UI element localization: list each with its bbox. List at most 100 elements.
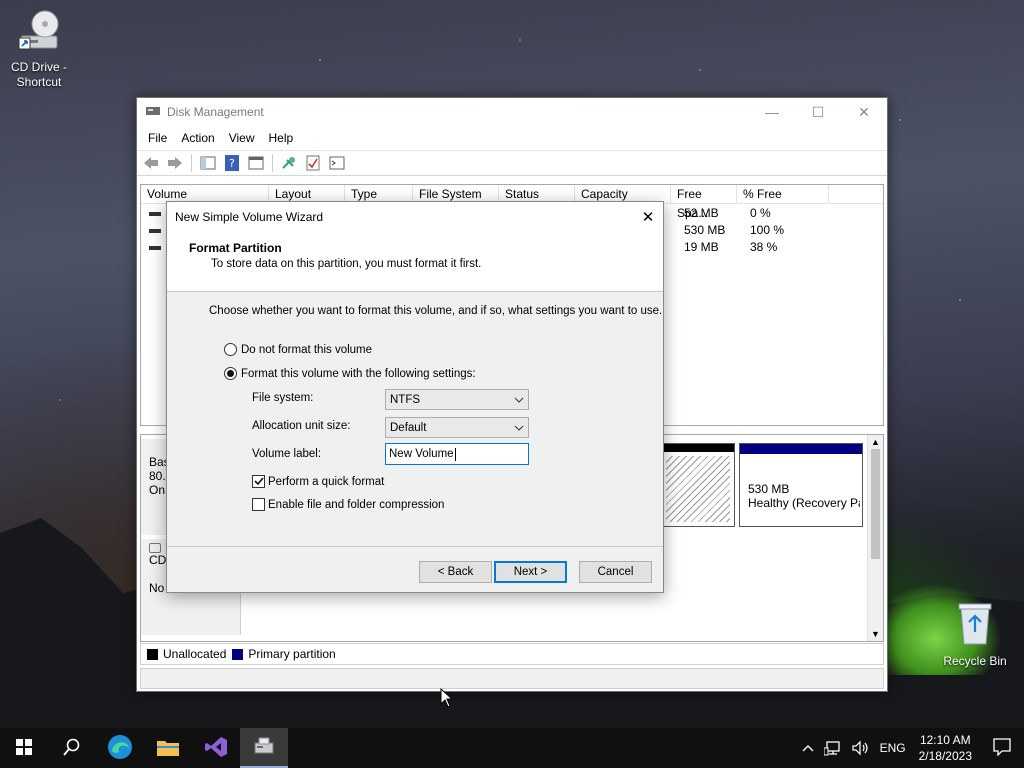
volume-label-value: New Volume [389,448,454,460]
cdrom-icon [149,543,161,553]
recycle-bin-icon [938,600,1012,650]
scroll-thumb[interactable] [871,449,880,559]
help-icon[interactable]: ? [222,153,242,173]
partition-unallocated[interactable] [661,443,735,527]
radio-circle[interactable] [224,343,237,356]
scroll-down-arrow-icon[interactable]: ▼ [868,627,883,641]
allocation-unit-dropdown[interactable]: Default [385,417,529,438]
menu-file[interactable]: File [141,131,174,145]
maximize-button[interactable]: ☐ [795,98,841,126]
language-indicator[interactable]: ENG [875,741,911,755]
forward-arrow-icon[interactable] [165,153,185,173]
file-system-dropdown[interactable]: NTFS [385,389,529,410]
graphical-view-scrollbar[interactable]: ▲ ▼ [867,435,883,641]
radio-circle-selected[interactable] [224,367,237,380]
network-icon[interactable] [819,740,847,756]
wizard-header: Format Partition To store data on this p… [167,231,663,292]
toolbar-separator [191,154,192,172]
disk-management-taskbar-icon [253,736,275,759]
back-button[interactable]: < Back [419,561,492,583]
radio-do-not-format[interactable]: Do not format this volume [224,343,372,356]
close-button[interactable]: ✕ [841,98,887,126]
file-system-label: File system: [252,392,314,404]
toolbar-separator [272,154,273,172]
volume-speaker-icon[interactable] [847,740,875,756]
back-arrow-icon[interactable] [141,153,161,173]
volume-icon [149,245,161,250]
menu-help[interactable]: Help [262,131,301,145]
legend-unallocated-swatch [147,648,158,660]
start-button[interactable] [0,728,48,768]
system-tray: ENG 12:10 AM 2/18/2023 [797,728,1024,768]
volume-label-input[interactable]: New Volume [385,443,529,465]
clock[interactable]: 12:10 AM 2/18/2023 [911,732,980,764]
search-button[interactable] [48,728,96,768]
checkbox-label: Perform a quick format [268,475,385,488]
checkbox-unchecked[interactable] [252,498,265,511]
compression-checkbox[interactable]: Enable file and folder compression [252,498,444,511]
console-icon[interactable] [327,153,347,173]
properties-icon[interactable] [246,153,266,173]
chevron-down-icon[interactable] [510,397,528,403]
table-row[interactable] [149,205,161,222]
wizard-title: New Simple Volume Wizard [175,209,324,224]
mouse-cursor-icon [440,687,454,711]
menu-action[interactable]: Action [174,131,221,145]
partition-size: 530 MB [748,482,790,496]
legend-unallocated: Unallocated [163,647,227,661]
search-icon [63,738,81,759]
volume-icon [149,211,161,216]
svg-text:?: ? [229,157,235,170]
new-simple-volume-wizard[interactable]: New Simple Volume Wizard ✕ Format Partit… [166,201,664,593]
desktop-icon-label: CD Drive - Shortcut [11,60,67,89]
partition-status: Healthy (Recovery Pa [748,496,860,510]
toolbar: ? [137,150,887,176]
volume-icon [149,228,161,233]
wizard-heading: Format Partition [189,241,282,255]
checkbox-checked[interactable] [252,475,265,488]
window-titlebar[interactable]: Disk Management — ☐ ✕ [137,98,887,126]
minimize-button[interactable]: — [749,98,795,126]
show-hide-tree-icon[interactable] [198,153,218,173]
visual-studio-icon [204,735,228,762]
taskbar-visual-studio[interactable] [192,728,240,768]
free-space-cell: 530 MB [684,223,726,237]
wizard-titlebar[interactable]: New Simple Volume Wizard ✕ [167,202,663,231]
file-system-value: NTFS [390,393,421,406]
desktop-icon-cd-drive[interactable]: CD Drive - Shortcut [2,10,76,90]
desktop-icon-label: Recycle Bin [943,654,1007,668]
column-free-space[interactable]: Free Spa... [671,185,737,220]
connect-icon[interactable] [279,153,299,173]
wizard-intro-text: Choose whether you want to format this v… [209,305,663,317]
checklist-icon[interactable] [303,153,323,173]
partition-recovery[interactable]: 530 MB Healthy (Recovery Pa [739,443,863,527]
cancel-button[interactable]: Cancel [579,561,652,583]
clock-time: 12:10 AM [919,733,971,747]
taskbar-file-explorer[interactable] [144,728,192,768]
legend-primary: Primary partition [248,647,336,661]
folder-icon [156,737,180,760]
checkbox-label: Enable file and folder compression [268,498,445,511]
menu-view[interactable]: View [222,131,262,145]
action-center-button[interactable] [980,728,1024,768]
wizard-close-icon[interactable]: ✕ [633,202,663,231]
text-caret [454,447,456,461]
taskbar-edge[interactable] [96,728,144,768]
quick-format-checkbox[interactable]: Perform a quick format [252,475,384,488]
taskbar-disk-management[interactable] [240,728,288,768]
desktop-icon-recycle-bin[interactable]: Recycle Bin [938,600,1012,669]
windows-logo-icon [16,738,32,758]
radio-format-volume[interactable]: Format this volume with the following se… [224,367,476,380]
clock-date: 2/18/2023 [918,749,972,763]
chevron-down-icon[interactable] [510,425,528,431]
tray-overflow-chevron-icon[interactable] [797,744,819,752]
free-space-cell: 19 MB [684,240,719,254]
scroll-up-arrow-icon[interactable]: ▲ [868,435,883,449]
wizard-divider [167,546,663,547]
radio-label: Do not format this volume [241,343,373,356]
disk-management-icon [145,104,161,121]
column-percent-free[interactable]: % Free [737,185,829,203]
notification-icon [993,737,1011,759]
legend-primary-swatch [232,648,244,660]
next-button[interactable]: Next > [494,561,567,583]
